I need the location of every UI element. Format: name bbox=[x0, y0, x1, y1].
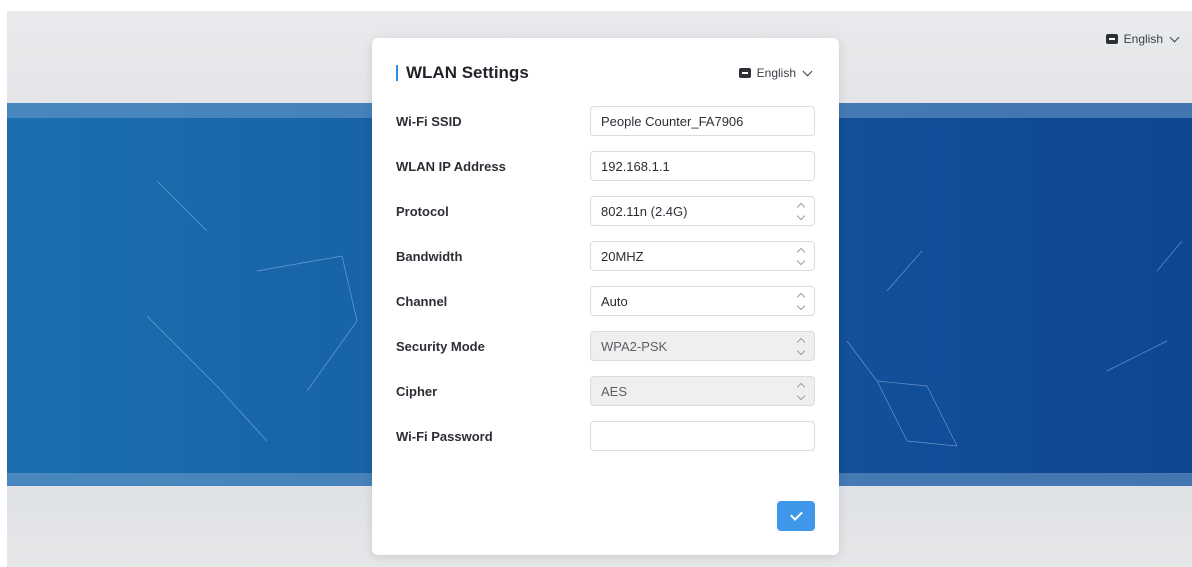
protocol-value: 802.11n (2.4G) bbox=[601, 203, 688, 219]
cipher-value: AES bbox=[601, 383, 628, 399]
security-mode-select: WPA2-PSK bbox=[590, 331, 815, 361]
protocol-select[interactable]: 802.11n (2.4G) bbox=[590, 196, 815, 226]
bandwidth-select[interactable]: 20MHZ bbox=[590, 241, 815, 271]
wifi-ssid-input[interactable] bbox=[601, 113, 804, 129]
language-selector-top[interactable]: English bbox=[1105, 32, 1180, 46]
channel-value: Auto bbox=[601, 293, 628, 309]
wlan-ip-label: WLAN IP Address bbox=[396, 158, 506, 174]
wifi-password-label: Wi-Fi Password bbox=[396, 428, 493, 444]
cipher-label: Cipher bbox=[396, 383, 438, 399]
select-arrows-icon bbox=[796, 202, 806, 221]
row-security-mode: Security Mode WPA2-PSK bbox=[396, 330, 816, 362]
select-arrows-icon bbox=[796, 337, 806, 356]
wlan-ip-field[interactable] bbox=[590, 151, 815, 181]
language-icon bbox=[738, 68, 751, 78]
chevron-down-icon bbox=[1169, 32, 1180, 42]
channel-label: Channel bbox=[396, 293, 448, 309]
security-mode-value: WPA2-PSK bbox=[601, 338, 668, 354]
wifi-password-input[interactable] bbox=[601, 428, 804, 444]
row-channel: Channel Auto bbox=[396, 285, 816, 317]
security-mode-label: Security Mode bbox=[396, 338, 485, 354]
channel-select[interactable]: Auto bbox=[590, 286, 815, 316]
wlan-ip-input[interactable] bbox=[601, 158, 804, 174]
dialog-title: WLAN Settings bbox=[406, 63, 529, 82]
language-selector-dialog[interactable]: English bbox=[738, 66, 813, 80]
row-bandwidth: Bandwidth 20MHZ bbox=[396, 240, 816, 272]
select-arrows-icon bbox=[796, 247, 806, 266]
wifi-ssid-label: Wi-Fi SSID bbox=[396, 113, 462, 129]
bandwidth-value: 20MHZ bbox=[601, 248, 644, 264]
language-icon bbox=[1105, 34, 1118, 44]
row-protocol: Protocol 802.11n (2.4G) bbox=[396, 195, 816, 227]
wifi-password-field[interactable] bbox=[590, 421, 815, 451]
title-wrap: WLAN Settings bbox=[396, 63, 529, 83]
protocol-label: Protocol bbox=[396, 203, 449, 219]
cipher-select: AES bbox=[590, 376, 815, 406]
select-arrows-icon bbox=[796, 382, 806, 401]
check-icon bbox=[789, 508, 803, 521]
title-accent-bar bbox=[396, 65, 398, 81]
submit-button[interactable] bbox=[777, 501, 815, 531]
bandwidth-label: Bandwidth bbox=[396, 248, 463, 264]
row-cipher: Cipher AES bbox=[396, 375, 816, 407]
language-label: English bbox=[1123, 32, 1163, 46]
select-arrows-icon bbox=[796, 292, 806, 311]
row-wifi-password: Wi-Fi Password bbox=[396, 420, 816, 452]
language-label: English bbox=[756, 66, 796, 80]
wifi-ssid-field[interactable] bbox=[590, 106, 815, 136]
dialog-header: WLAN Settings English bbox=[396, 62, 813, 84]
row-wlan-ip: WLAN IP Address bbox=[396, 150, 816, 182]
row-wifi-ssid: Wi-Fi SSID bbox=[396, 105, 816, 137]
wlan-settings-dialog: WLAN Settings English Wi-Fi SSID WLAN IP… bbox=[372, 38, 839, 555]
chevron-down-icon bbox=[802, 66, 813, 76]
